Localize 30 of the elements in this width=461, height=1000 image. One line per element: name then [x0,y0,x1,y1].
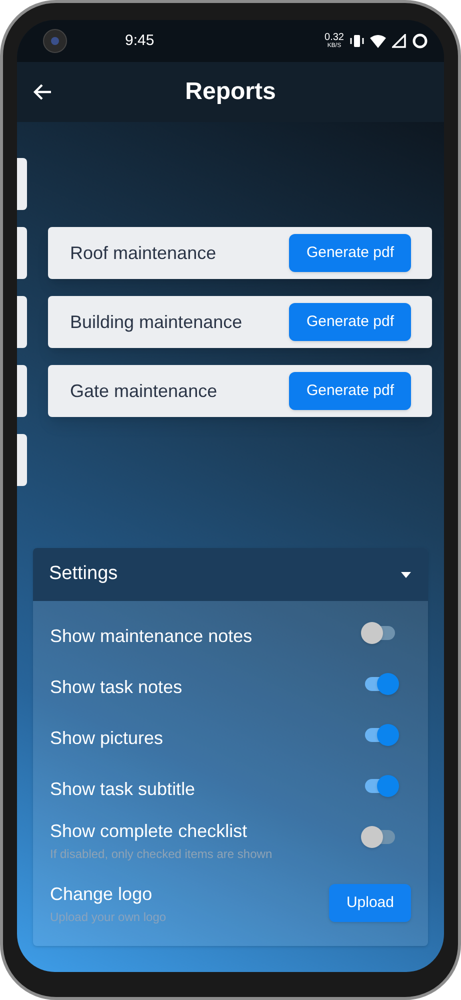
card-edge [17,227,27,279]
card-edge [17,434,27,486]
report-title: Roof maintenance [70,242,216,264]
generate-pdf-button[interactable]: Generate pdf [289,303,411,341]
card-edge [17,365,27,417]
setting-label: Change logo [50,882,154,906]
setting-label: Show pictures [50,727,164,750]
settings-header[interactable]: Settings [33,548,428,601]
page-title: Reports [185,77,276,107]
setting-label: Show maintenance notes [50,625,252,648]
setting-label: Show complete checklist [50,820,248,843]
signal-icon [392,34,406,48]
upload-button[interactable]: Upload [329,884,411,922]
wifi-icon [370,34,386,48]
generate-pdf-button[interactable]: Generate pdf [289,372,411,410]
report-title: Gate maintenance [70,380,218,402]
status-time: 9:45 [125,30,154,51]
battery-ring-icon [412,33,428,49]
vibrate-icon [350,34,364,48]
setting-label: Show task subtitle [50,778,196,801]
setting-label: Show task notes [50,676,182,699]
generate-pdf-button[interactable]: Generate pdf [289,234,411,272]
setting-hint: Upload your own logo [50,908,166,926]
card-edge [17,158,27,210]
network-speed: 0.32 [324,33,344,43]
caret-icon [400,570,412,578]
setting-hint: If disabled, only checked items are shown [50,846,272,863]
report-title: Building maintenance [70,310,242,334]
camera-icon [43,29,67,53]
card-edge [17,296,27,348]
